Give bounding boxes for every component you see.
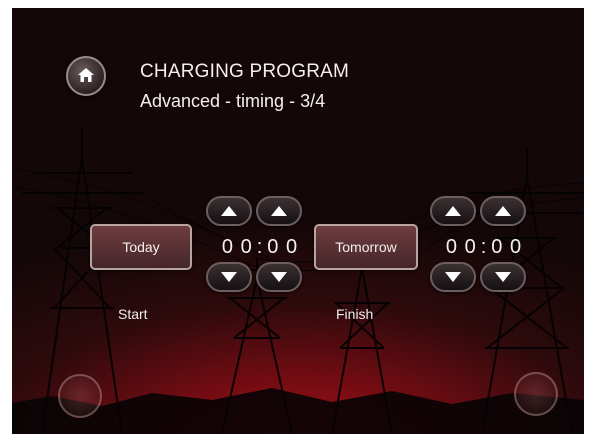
start-hours-up-button[interactable] xyxy=(206,196,252,226)
chevron-down-icon xyxy=(445,272,461,282)
next-button[interactable] xyxy=(514,372,558,416)
start-caption: Start xyxy=(118,306,148,322)
finish-minutes-up-button[interactable] xyxy=(480,196,526,226)
finish-minutes-value: 0 0 xyxy=(491,235,523,258)
chevron-up-icon xyxy=(495,206,511,216)
finish-time-separator: : xyxy=(480,235,488,258)
finish-day-button[interactable]: Tomorrow xyxy=(314,224,418,270)
finish-hours-value: 0 0 xyxy=(445,235,477,258)
finish-hours-down-button[interactable] xyxy=(430,262,476,292)
start-minutes-up-button[interactable] xyxy=(256,196,302,226)
home-button[interactable] xyxy=(66,56,106,96)
finish-caption: Finish xyxy=(336,306,374,322)
charging-program-screen: CHARGING PROGRAM Advanced - timing - 3/4… xyxy=(12,8,584,434)
start-minutes-down-button[interactable] xyxy=(256,262,302,292)
chevron-down-icon xyxy=(495,272,511,282)
start-day-button[interactable]: Today xyxy=(90,224,192,270)
finish-minutes-down-button[interactable] xyxy=(480,262,526,292)
back-button[interactable] xyxy=(58,374,102,418)
page-title: CHARGING PROGRAM xyxy=(140,61,350,82)
home-icon xyxy=(78,68,94,82)
start-hours-value: 0 0 xyxy=(221,235,253,258)
chevron-up-icon xyxy=(445,206,461,216)
chevron-up-icon xyxy=(221,206,237,216)
chevron-up-icon xyxy=(271,206,287,216)
chevron-down-icon xyxy=(221,272,237,282)
chevron-down-icon xyxy=(271,272,287,282)
page-subtitle: Advanced - timing - 3/4 xyxy=(140,91,326,111)
start-hours-down-button[interactable] xyxy=(206,262,252,292)
start-minutes-value: 0 0 xyxy=(267,235,299,258)
finish-hours-up-button[interactable] xyxy=(430,196,476,226)
start-time-separator: : xyxy=(256,235,264,258)
